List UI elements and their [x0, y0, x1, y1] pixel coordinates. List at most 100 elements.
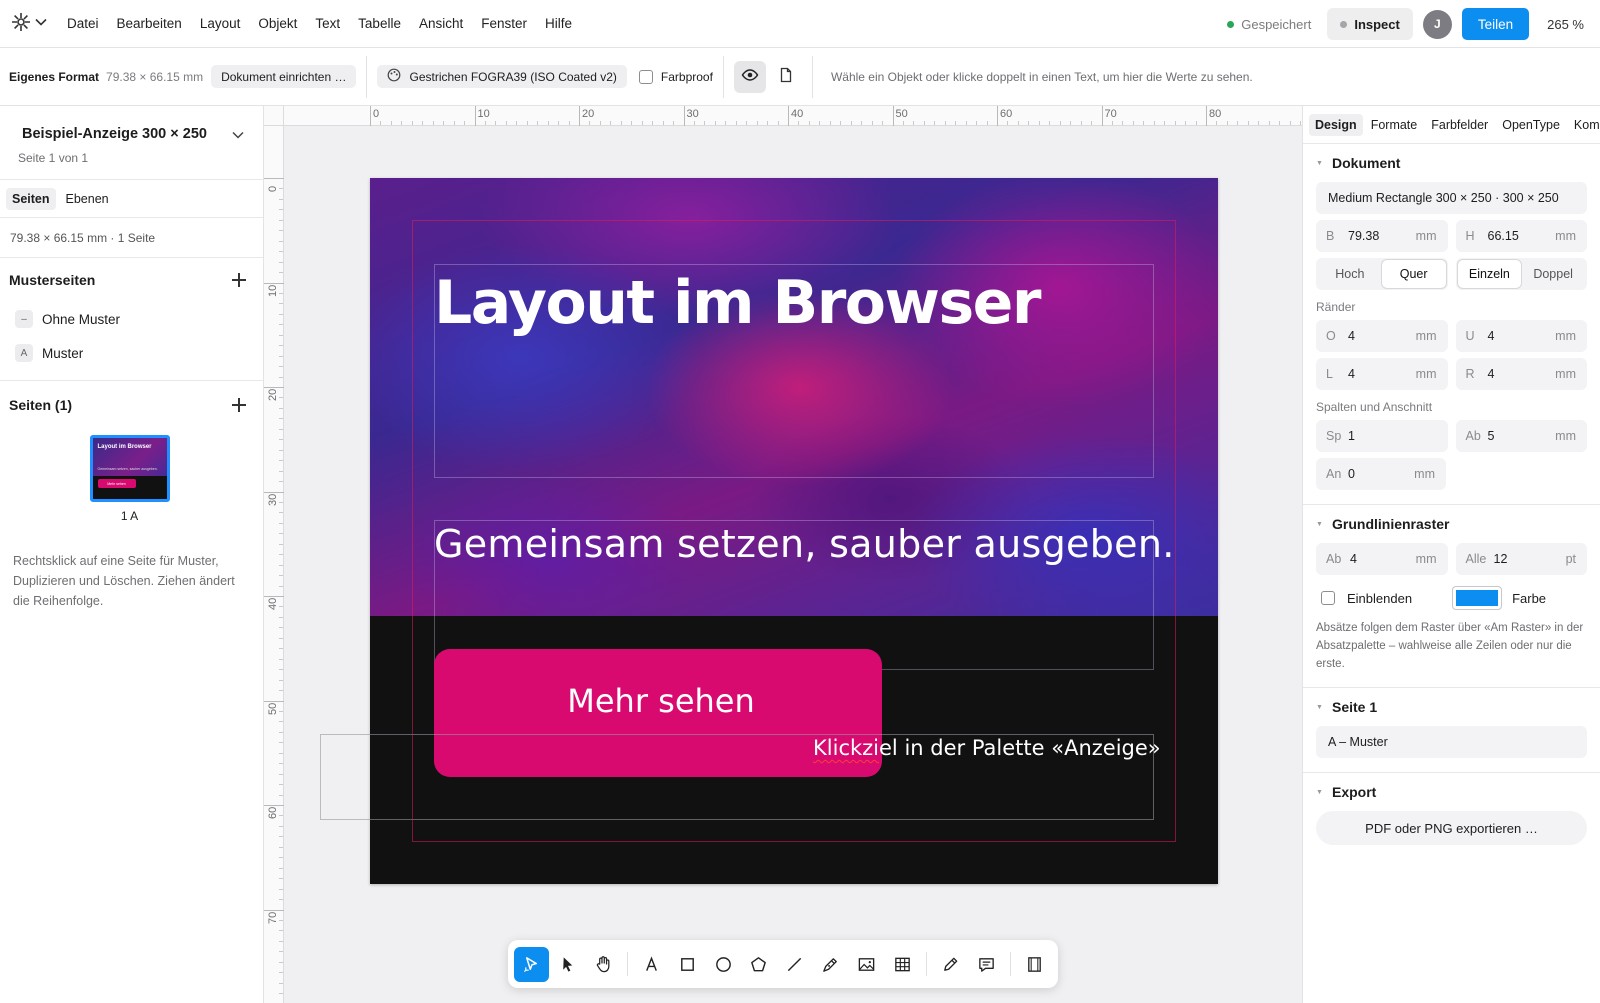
add-page-icon[interactable] [231, 397, 247, 413]
preview-frame-tool-button[interactable] [1017, 947, 1052, 982]
ruler-minor-tick [279, 324, 283, 326]
page-view-button[interactable] [770, 61, 802, 93]
tab-farbfelder[interactable]: Farbfelder [1425, 114, 1494, 136]
menu-tabelle[interactable]: Tabelle [349, 0, 410, 48]
pencil-tool-button[interactable] [933, 947, 968, 982]
select-tool-button[interactable] [514, 946, 549, 982]
ad-click-note[interactable]: Klickziel in der Palette «Anzeige» [813, 736, 1161, 760]
avatar[interactable]: J [1422, 9, 1452, 39]
pages-mode-doppel[interactable]: Doppel [1521, 260, 1585, 288]
tab-design[interactable]: Design [1309, 113, 1363, 136]
margin-top-field[interactable]: O 4 mm [1316, 320, 1448, 352]
farbproof-toggle[interactable]: Farbproof [638, 69, 713, 84]
comment-tool-button[interactable] [969, 947, 1004, 982]
export-section-header[interactable]: ▼ Export [1316, 773, 1587, 811]
height-field[interactable]: H 66.15 mm [1455, 220, 1587, 252]
ad-headline[interactable]: Layout im Browser [434, 268, 1041, 338]
export-button[interactable]: PDF oder PNG exportieren … [1316, 811, 1587, 845]
ruler-minor-tick [902, 121, 904, 125]
baseline-start-field[interactable]: Ab 4 mm [1316, 543, 1448, 575]
format-preset-select[interactable]: Medium Rectangle 300 × 250 · 300 × 250 [1316, 182, 1587, 214]
ruler-minor-tick [279, 899, 283, 901]
horizontal-ruler[interactable]: 0 10 20 30 40 50 60 70 80 [284, 106, 1304, 126]
margin-right-field[interactable]: R 4 mm [1455, 358, 1587, 390]
ruler-label: 0 [267, 185, 279, 192]
bleed-field[interactable]: An 0 mm [1316, 458, 1446, 490]
menu-text[interactable]: Text [306, 0, 349, 48]
page-icon [778, 67, 794, 86]
rectangle-tool-button[interactable] [670, 947, 705, 982]
ruler-label: 10 [267, 284, 279, 297]
orientation-quer[interactable]: Quer [1381, 260, 1446, 288]
ruler-minor-tick [923, 121, 925, 125]
artboard-page[interactable]: Mehr sehen Layout im Browser Gemeinsam s… [320, 178, 1218, 884]
tab-opentype[interactable]: OpenType [1496, 114, 1566, 136]
ruler-minor-tick [279, 616, 283, 618]
page-thumbnail-item[interactable]: Layout im Browser Gemeinsam setzen, saub… [0, 435, 263, 523]
baseline-every-field[interactable]: Alle 12 pt [1455, 543, 1587, 575]
columns-field[interactable]: Sp 1 [1316, 420, 1448, 452]
baseline-color-swatch[interactable] [1452, 586, 1503, 610]
zoom-level[interactable]: 265 % [1539, 17, 1584, 32]
color-profile-label: Gestrichen FOGRA39 (ISO Coated v2) [409, 69, 617, 84]
pages-mode-einzeln[interactable]: Einzeln [1457, 260, 1522, 288]
table-tool-button[interactable] [885, 947, 920, 982]
preview-toggle-button[interactable] [733, 60, 766, 93]
ruler-minor-tick [279, 721, 283, 723]
inspect-button[interactable]: Inspect [1327, 8, 1413, 40]
ellipse-tool-button[interactable] [706, 947, 741, 982]
margin-left-field[interactable]: L 4 mm [1316, 358, 1448, 390]
chevron-down-icon[interactable] [231, 128, 245, 145]
pen-tool-button[interactable] [813, 947, 848, 982]
baseline-start-unit: mm [1415, 552, 1437, 566]
document-section-header[interactable]: ▼ Dokument [1316, 144, 1587, 182]
color-profile-button[interactable]: Gestrichen FOGRA39 (ISO Coated v2) [377, 65, 627, 88]
ruler-minor-tick [279, 407, 283, 409]
menu-objekt[interactable]: Objekt [249, 0, 306, 48]
ruler-minor-tick [693, 121, 695, 125]
image-tool-button[interactable] [849, 947, 884, 982]
page-master-select[interactable]: A – Muster [1316, 726, 1587, 758]
menu-fenster[interactable]: Fenster [472, 0, 536, 48]
ruler-minor-tick [1111, 121, 1113, 125]
ruler-minor-tick [279, 313, 283, 315]
app-logo-menu[interactable] [0, 0, 58, 48]
ad-subheadline[interactable]: Gemeinsam setzen, sauber ausgeben. [434, 522, 1175, 566]
ruler-tick [683, 106, 685, 126]
tab-formate[interactable]: Formate [1365, 114, 1424, 136]
ruler-minor-tick [279, 533, 283, 535]
ruler-minor-tick [610, 121, 612, 125]
canvas-area[interactable]: 0 10 20 30 40 50 60 70 80 0 10 20 30 40 50 60 70 Mehr s… [264, 106, 1304, 1003]
line-tool-button[interactable] [777, 947, 812, 982]
menu-bearbeiten[interactable]: Bearbeiten [108, 0, 191, 48]
margin-bottom-field[interactable]: U 4 mm [1455, 320, 1587, 352]
text-tool-button[interactable] [634, 947, 669, 982]
vertical-ruler[interactable]: 0 10 20 30 40 50 60 70 [264, 126, 284, 1003]
show-baseline-checkbox[interactable] [1321, 591, 1335, 605]
tab-ebenen[interactable]: Ebenen [60, 188, 115, 210]
polygon-tool-button[interactable] [742, 947, 777, 982]
orientation-hoch[interactable]: Hoch [1318, 260, 1382, 288]
ruler-minor-tick [279, 334, 283, 336]
hand-tool-button[interactable] [586, 947, 621, 982]
menu-layout[interactable]: Layout [191, 0, 250, 48]
width-field[interactable]: B 79.38 mm [1316, 220, 1448, 252]
menu-ansicht[interactable]: Ansicht [410, 0, 472, 48]
baseline-section-header[interactable]: ▼ Grundlinienraster [1316, 505, 1587, 543]
document-header[interactable]: Beispiel-Anzeige 300 × 250 Seite 1 von 1 [0, 106, 263, 180]
document-setup-button[interactable]: Dokument einrichten … [211, 65, 357, 88]
tab-kommentare[interactable]: Kommentare [1568, 114, 1600, 136]
tab-seiten[interactable]: Seiten [6, 187, 56, 210]
farbproof-checkbox[interactable] [638, 69, 653, 84]
page-section-header[interactable]: ▼ Seite 1 [1316, 688, 1587, 726]
page-thumbnail[interactable]: Layout im Browser Gemeinsam setzen, saub… [89, 435, 170, 502]
master-item-a[interactable]: A Muster [0, 336, 263, 370]
master-item-none[interactable]: – Ohne Muster [0, 302, 263, 336]
menu-datei[interactable]: Datei [58, 0, 108, 48]
menu-hilfe[interactable]: Hilfe [536, 0, 581, 48]
share-button[interactable]: Teilen [1461, 8, 1530, 40]
document-meta: 79.38 × 66.15 mm · 1 Seite [0, 218, 263, 258]
add-master-icon[interactable] [231, 272, 247, 288]
gutter-field[interactable]: Ab 5 mm [1455, 420, 1587, 452]
direct-select-tool-button[interactable] [550, 947, 585, 982]
